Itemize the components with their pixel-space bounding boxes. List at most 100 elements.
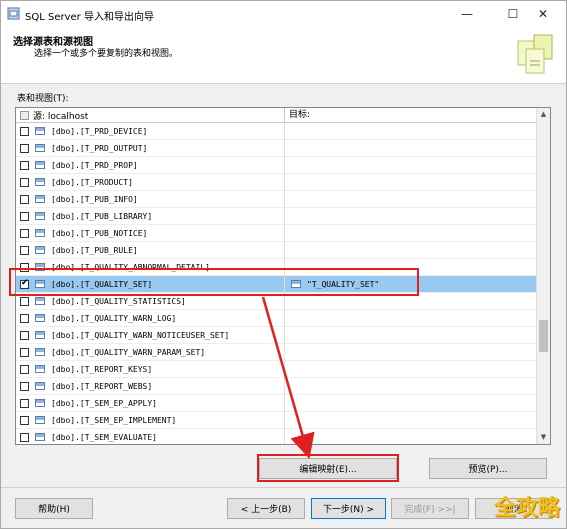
table-row[interactable]: [dbo].[T_SEM_EP_APPLY]: [16, 394, 536, 412]
source-cell[interactable]: [dbo].[T_PRD_OUTPUT]: [16, 139, 285, 157]
destination-cell[interactable]: [285, 191, 536, 208]
source-cell[interactable]: [dbo].[T_PRODUCT]: [16, 173, 285, 191]
source-cell[interactable]: [dbo].[T_QUALITY_WARN_LOG]: [16, 309, 285, 327]
finish-button[interactable]: 完成(F) >>|: [391, 498, 469, 519]
destination-cell[interactable]: [285, 123, 536, 140]
source-cell[interactable]: [dbo].[T_PUB_INFO]: [16, 190, 285, 208]
page-subtitle: 选择一个或多个要复制的表和视图。: [34, 49, 179, 59]
window-title: SQL Server 导入和导出向导: [25, 12, 154, 23]
source-cell[interactable]: [dbo].[T_PRD_PROP]: [16, 156, 285, 174]
table-row[interactable]: [dbo].[T_REPORT_KEYS]: [16, 360, 536, 378]
destination-cell[interactable]: [285, 157, 536, 174]
table-row[interactable]: [dbo].[T_PRD_DEVICE]: [16, 122, 536, 140]
table-name: [dbo].[T_PUB_INFO]: [51, 194, 138, 204]
table-row[interactable]: [dbo].[T_PUB_INFO]: [16, 190, 536, 208]
destination-cell[interactable]: [285, 225, 536, 242]
table-icon: [35, 161, 45, 169]
highlight-edit-mappings: [257, 454, 399, 482]
table-row[interactable]: [dbo].[T_QUALITY_WARN_PARAM_SET]: [16, 343, 536, 361]
source-cell[interactable]: [dbo].[T_PUB_RULE]: [16, 241, 285, 259]
table-row[interactable]: [dbo].[T_PRODUCT]: [16, 173, 536, 191]
row-checkbox[interactable]: [20, 228, 29, 238]
app-icon: [7, 7, 20, 20]
destination-cell[interactable]: [285, 140, 536, 157]
table-row[interactable]: [dbo].[T_QUALITY_WARN_NOTICEUSER_SET]: [16, 326, 536, 344]
scroll-up-icon[interactable]: ▲: [537, 108, 550, 121]
table-icon: [35, 382, 45, 390]
tables-label: 表和视图(T):: [17, 94, 69, 104]
destination-cell[interactable]: [285, 242, 536, 259]
destination-cell[interactable]: [285, 378, 536, 395]
destination-cell[interactable]: [285, 344, 536, 361]
row-checkbox[interactable]: [20, 143, 29, 153]
source-cell[interactable]: [dbo].[T_SEM_EVALUATE]: [16, 428, 285, 444]
table-name: [dbo].[T_PUB_NOTICE]: [51, 228, 148, 238]
table-row[interactable]: [dbo].[T_SEM_EP_IMPLEMENT]: [16, 411, 536, 429]
row-checkbox[interactable]: [20, 330, 29, 340]
row-checkbox[interactable]: [20, 296, 29, 306]
scroll-thumb[interactable]: [539, 320, 548, 352]
source-cell[interactable]: [dbo].[T_PUB_LIBRARY]: [16, 207, 285, 225]
vertical-scrollbar[interactable]: ▲ ▼: [536, 108, 550, 444]
row-checkbox[interactable]: [20, 364, 29, 374]
back-button[interactable]: < 上一步(B): [227, 498, 305, 519]
preview-button[interactable]: 预览(P)...: [429, 458, 547, 479]
source-cell[interactable]: [dbo].[T_QUALITY_WARN_NOTICEUSER_SET]: [16, 326, 285, 344]
destination-cell[interactable]: [285, 310, 536, 327]
table-name: [dbo].[T_QUALITY_STATISTICS]: [51, 296, 186, 306]
row-checkbox[interactable]: [20, 160, 29, 170]
table-name: [dbo].[T_PUB_RULE]: [51, 245, 138, 255]
select-all-checkbox[interactable]: [20, 110, 29, 120]
destination-cell[interactable]: [285, 395, 536, 412]
source-cell[interactable]: [dbo].[T_REPORT_WEBS]: [16, 377, 285, 395]
table-row[interactable]: [dbo].[T_PUB_NOTICE]: [16, 224, 536, 242]
row-checkbox[interactable]: [20, 381, 29, 391]
next-button[interactable]: 下一步(N) >: [311, 498, 386, 519]
row-checkbox[interactable]: [20, 432, 29, 442]
source-column-header[interactable]: 源: localhost: [16, 108, 285, 122]
table-name: [dbo].[T_QUALITY_WARN_LOG]: [51, 313, 177, 323]
table-name: [dbo].[T_QUALITY_WARN_PARAM_SET]: [51, 347, 206, 357]
row-checkbox[interactable]: [20, 177, 29, 187]
source-cell[interactable]: [dbo].[T_PRD_DEVICE]: [16, 122, 285, 140]
row-checkbox[interactable]: [20, 194, 29, 204]
row-checkbox[interactable]: [20, 211, 29, 221]
table-row[interactable]: [dbo].[T_PRD_OUTPUT]: [16, 139, 536, 157]
row-checkbox[interactable]: [20, 313, 29, 323]
source-cell[interactable]: [dbo].[T_SEM_EP_IMPLEMENT]: [16, 411, 285, 429]
wizard-window: SQL Server 导入和导出向导 — ☐ ✕ 选择源表和源视图 选择一个或多…: [0, 0, 567, 529]
row-checkbox[interactable]: [20, 398, 29, 408]
close-icon[interactable]: ✕: [520, 1, 566, 27]
table-icon: [35, 195, 45, 203]
source-cell[interactable]: [dbo].[T_SEM_EP_APPLY]: [16, 394, 285, 412]
table-name: [dbo].[T_PRD_OUTPUT]: [51, 143, 148, 153]
row-checkbox[interactable]: [20, 347, 29, 357]
destination-cell[interactable]: [285, 361, 536, 378]
destination-cell[interactable]: [285, 412, 536, 429]
table-name: [dbo].[T_PRD_DEVICE]: [51, 126, 148, 136]
table-row[interactable]: [dbo].[T_QUALITY_WARN_LOG]: [16, 309, 536, 327]
source-cell[interactable]: [dbo].[T_QUALITY_WARN_PARAM_SET]: [16, 343, 285, 361]
table-name: [dbo].[T_SEM_EVALUATE]: [51, 432, 157, 442]
table-row[interactable]: [dbo].[T_REPORT_WEBS]: [16, 377, 536, 395]
source-cell[interactable]: [dbo].[T_PUB_NOTICE]: [16, 224, 285, 242]
scroll-down-icon[interactable]: ▼: [537, 431, 550, 444]
row-checkbox[interactable]: [20, 126, 29, 136]
destination-cell[interactable]: [285, 174, 536, 191]
table-icon: [35, 297, 45, 305]
destination-cell[interactable]: [285, 327, 536, 344]
destination-cell[interactable]: [285, 429, 536, 445]
minimize-icon[interactable]: —: [444, 1, 490, 27]
table-row[interactable]: [dbo].[T_PRD_PROP]: [16, 156, 536, 174]
destination-column-header[interactable]: 目标:: [285, 108, 536, 122]
row-checkbox[interactable]: [20, 415, 29, 425]
destination-cell[interactable]: [285, 208, 536, 225]
table-row[interactable]: [dbo].[T_PUB_LIBRARY]: [16, 207, 536, 225]
help-button[interactable]: 帮助(H): [15, 498, 93, 519]
wizard-graphic-icon: [517, 34, 553, 74]
row-checkbox[interactable]: [20, 245, 29, 255]
source-cell[interactable]: [dbo].[T_REPORT_KEYS]: [16, 360, 285, 378]
table-name: [dbo].[T_SEM_EP_APPLY]: [51, 398, 157, 408]
table-row[interactable]: [dbo].[T_SEM_EVALUATE]: [16, 428, 536, 445]
table-row[interactable]: [dbo].[T_PUB_RULE]: [16, 241, 536, 259]
